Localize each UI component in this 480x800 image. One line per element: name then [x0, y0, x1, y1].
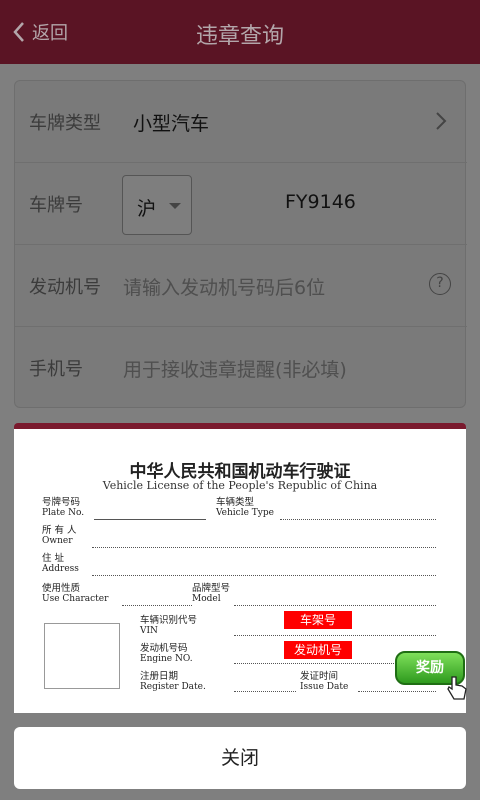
province-select[interactable]: 沪: [122, 175, 192, 235]
license-help-popup: 中华人民共和国机动车行驶证 Vehicle License of the Peo…: [14, 423, 467, 713]
field-register: 注册日期 Register Date.: [140, 671, 206, 692]
field-owner: 所 有 人 Owner: [42, 525, 77, 546]
header-bar: 返回 违章查询: [0, 0, 480, 64]
issue-line: [358, 691, 436, 692]
engine-line: [234, 663, 394, 664]
field-vin: 车辆识别代号 VIN: [140, 615, 198, 636]
register-line: [234, 691, 296, 692]
plate-number-row: 车牌号 沪 FY9146: [15, 163, 467, 245]
plate-number-label: 车牌号: [29, 195, 83, 216]
field-engine: 发动机号码 Engine NO.: [140, 643, 193, 664]
engine-label: 发动机号: [29, 277, 101, 298]
plate-type-value: 小型汽车: [133, 113, 210, 135]
address-line: [92, 575, 436, 576]
caret-down-icon: [169, 203, 181, 209]
engine-input[interactable]: 请输入发动机号码后6位: [123, 273, 325, 300]
phone-input[interactable]: 用于接收违章提醒(非必填): [123, 355, 347, 382]
plate-type-label: 车牌类型: [29, 113, 101, 134]
phone-row: 手机号 用于接收违章提醒(非必填): [15, 327, 467, 409]
phone-label: 手机号: [29, 359, 83, 380]
field-issue: 发证时间 Issue Date: [300, 671, 349, 692]
field-vehicle-type: 车辆类型 Vehicle Type: [216, 497, 274, 518]
plate-type-row[interactable]: 车牌类型 小型汽车: [15, 81, 467, 163]
license-illustration: 中华人民共和国机动车行驶证 Vehicle License of the Peo…: [22, 433, 467, 705]
plate-number-input[interactable]: FY9146: [285, 191, 356, 213]
plate-line: [94, 519, 206, 520]
province-value: 沪: [137, 198, 157, 220]
field-model: 品牌型号 Model: [192, 583, 231, 604]
close-button[interactable]: 关闭: [14, 727, 466, 789]
license-subtitle: Vehicle License of the People's Republic…: [102, 479, 378, 492]
query-form: 车牌类型 小型汽车 车牌号 沪 FY9146 发动机号 请输入发动机号码后6位 …: [14, 80, 467, 409]
chevron-right-icon: [436, 112, 447, 130]
engine-row: 发动机号 请输入发动机号码后6位 ?: [15, 245, 467, 327]
engine-tag: 发动机号: [284, 641, 352, 659]
model-line: [234, 605, 436, 606]
vin-tag: 车架号: [284, 611, 352, 629]
use-line: [122, 605, 192, 606]
help-icon[interactable]: ?: [429, 273, 451, 295]
photo-box: [44, 623, 120, 689]
pointer-hand-icon: [447, 676, 467, 700]
field-use: 使用性质 Use Character: [42, 583, 109, 604]
field-plate: 号牌号码 Plate No.: [42, 497, 85, 518]
page-title: 违章查询: [195, 24, 284, 49]
vin-line: [234, 635, 436, 636]
vehicle-type-line: [280, 519, 436, 520]
owner-line: [92, 547, 436, 548]
field-address: 住 址 Address: [42, 553, 79, 574]
